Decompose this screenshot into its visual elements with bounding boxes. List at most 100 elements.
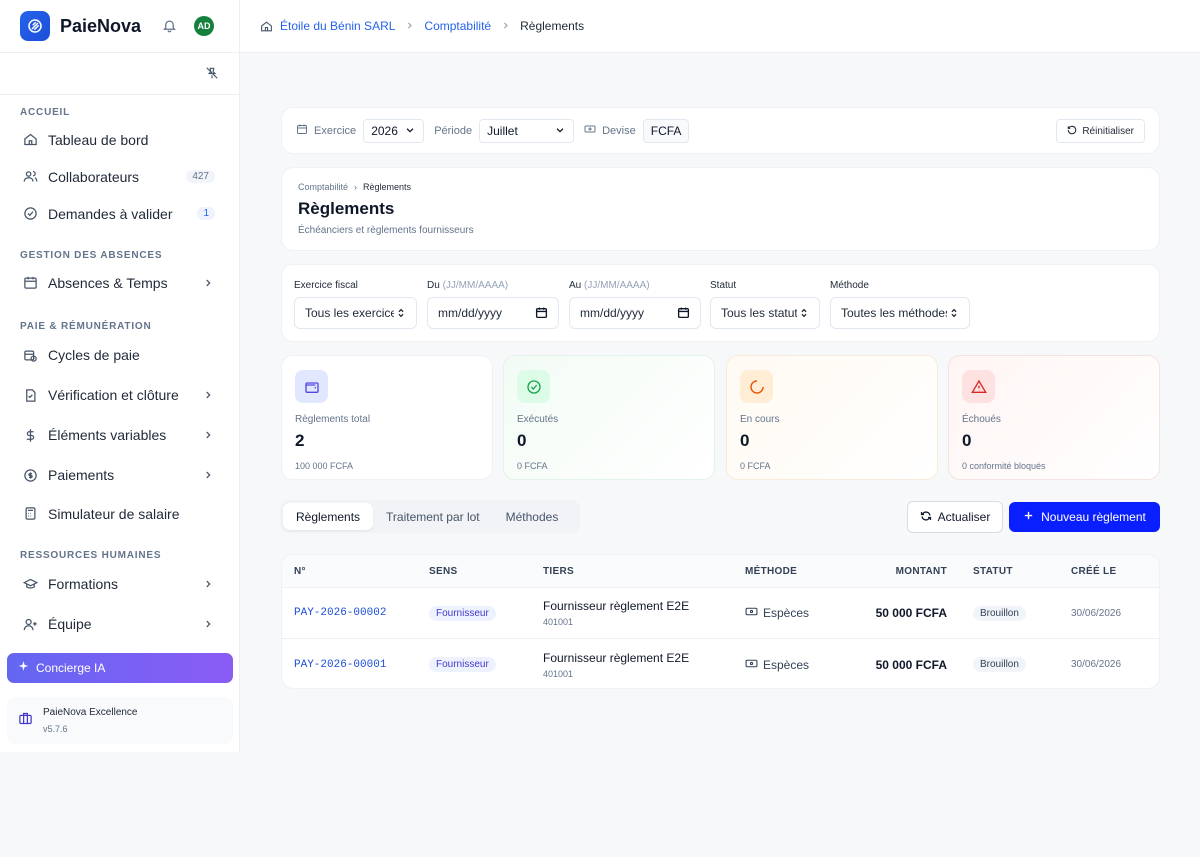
calendar-icon[interactable] (677, 306, 690, 322)
refresh-button[interactable]: Actualiser (907, 501, 1003, 533)
filter-statut-select[interactable]: Tous les statuts (710, 297, 820, 329)
filter-au-label: Au (JJ/MM/AAAA) (569, 280, 650, 291)
filter-au-input[interactable]: mm/dd/yyyy (569, 297, 701, 329)
filter-exercice-select[interactable]: Tous les exercices (294, 297, 417, 329)
calendar-icon (22, 275, 38, 291)
chevron-updown-icon (394, 306, 406, 323)
sidebar-item-collaborateurs[interactable]: Collaborateurs 427 (0, 158, 239, 195)
tab-methodes[interactable]: Méthodes (493, 503, 572, 530)
stat-card-en-cours: En cours 0 0 FCFA (726, 355, 938, 480)
briefcase-icon (18, 711, 33, 731)
reglement-number[interactable]: PAY-2026-00001 (294, 659, 386, 671)
paienova-logo-icon[interactable] (20, 11, 50, 41)
status-badge: Brouillon (973, 605, 1026, 621)
tiers-name: Fournisseur règlement E2E (543, 650, 690, 665)
check-circle-icon (517, 370, 550, 403)
sidebar-item-cycles[interactable]: Cycles de paie (0, 335, 239, 375)
reset-button[interactable]: Réinitialiser (1056, 119, 1145, 143)
avatar[interactable]: AD (194, 16, 214, 36)
section-absences: GESTION DES ABSENCES (20, 250, 163, 261)
devise-label-group: Devise (584, 123, 636, 138)
stat-sub: 0 FCFA (517, 461, 548, 471)
methode-cell: Espèces (745, 657, 809, 673)
tabs: Règlements Traitement par lot Méthodes (280, 500, 580, 533)
periode-select[interactable]: Juillet (479, 118, 575, 143)
col-statut[interactable]: STATUT (973, 566, 1013, 577)
app-name: PaieNova (60, 15, 142, 36)
filter-au: Au (JJ/MM/AAAA) mm/dd/yyyy (569, 280, 701, 329)
sidebar-item-label: Cycles de paie (48, 347, 140, 363)
stat-card-executes: Exécutés 0 0 FCFA (503, 355, 715, 480)
col-tiers[interactable]: TIERS (543, 566, 574, 577)
tiers-name: Fournisseur règlement E2E (543, 599, 690, 613)
filter-du-input[interactable]: mm/dd/yyyy (427, 297, 559, 329)
tiers-cell: Fournisseur règlement E2E 401001 (543, 599, 689, 627)
sidebar-item-paiements[interactable]: Paiements (0, 455, 239, 495)
devise-label: Devise (602, 124, 636, 137)
filter-methode-select[interactable]: Toutes les méthodes (830, 297, 970, 329)
file-check-icon (22, 387, 38, 403)
col-cree-le[interactable]: CRÉÉ LE (1071, 566, 1116, 577)
exercice-select[interactable]: 2026 (363, 118, 425, 143)
exercice-label-group: Exercice (296, 123, 356, 138)
col-montant[interactable]: MONTANT (896, 566, 947, 577)
sidebar-item-label: Paiements (48, 467, 115, 483)
count-badge: 1 (197, 207, 215, 220)
col-sens[interactable]: SENS (429, 566, 457, 577)
sidebar-item-label: Demandes à valider (48, 205, 173, 222)
exercice-label: Exercice (314, 124, 357, 137)
rotate-ccw-icon (1067, 125, 1077, 138)
table-header: N° SENS TIERS MÉTHODE MONTANT STATUT CRÉ… (282, 555, 1159, 588)
sidebar-item-formations[interactable]: Formations (0, 564, 239, 604)
sidebar-item-label: Éléments variables (48, 427, 167, 443)
sidebar-item-demandes[interactable]: Demandes à valider 1 (0, 195, 239, 232)
sidebar-item-label: Collaborateurs (48, 168, 140, 185)
sidebar-item-verification[interactable]: Vérification et clôture (0, 375, 239, 415)
breadcrumb-current: Règlements (520, 19, 585, 33)
tab-traitement-par-lot[interactable]: Traitement par lot (373, 503, 493, 530)
pin-off-icon[interactable] (205, 66, 219, 85)
exercice-value: 2026 (371, 123, 398, 138)
chevron-right-icon (501, 19, 510, 33)
sidebar-item-simulateur[interactable]: Simulateur de salaire (0, 495, 239, 532)
stat-sub: 0 conformité bloqués (962, 461, 1046, 471)
new-reglement-button[interactable]: Nouveau règlement (1009, 502, 1160, 532)
sidebar: PaieNova AD ACCUEIL Tableau de bord Coll… (0, 0, 240, 752)
stat-value: 0 (962, 431, 972, 450)
sidebar-item-tableau-de-bord[interactable]: Tableau de bord (0, 121, 239, 158)
table-row[interactable]: PAY-2026-00001 Fournisseur Fournisseur r… (282, 639, 1159, 688)
sidebar-item-elements-variables[interactable]: Éléments variables (0, 415, 239, 455)
stat-value: 2 (295, 431, 305, 450)
stat-label: Échoués (962, 414, 1001, 425)
created-date: 30/06/2026 (1071, 659, 1122, 670)
chevron-right-icon (203, 467, 213, 483)
calendar-icon (296, 123, 308, 138)
filter-exercice: Exercice fiscal Tous les exercices (294, 280, 417, 329)
filter-exercice-value: Tous les exercices (305, 306, 404, 320)
chevron-right-icon (203, 427, 213, 443)
dollar-icon (22, 427, 38, 443)
reglement-number[interactable]: PAY-2026-00002 (294, 607, 386, 619)
sidebar-item-label: Formations (48, 576, 119, 592)
bell-icon[interactable] (162, 18, 177, 38)
tiers-cell: Fournisseur règlement E2E 401001 (543, 651, 689, 679)
home-icon[interactable] (260, 20, 273, 33)
breadcrumb-section[interactable]: Comptabilité (424, 19, 491, 33)
plan-card[interactable]: PaieNova Excellence v5.7.6 (7, 697, 233, 744)
sidebar-item-equipe[interactable]: Équipe (0, 604, 239, 644)
sidebar-item-absences[interactable]: Absences & Temps (0, 264, 239, 301)
calendar-icon[interactable] (535, 306, 548, 322)
concierge-ia-button[interactable]: Concierge IA (7, 653, 233, 683)
col-methode[interactable]: MÉTHODE (745, 566, 797, 577)
chevron-right-icon (203, 576, 213, 592)
col-num[interactable]: N° (294, 566, 306, 577)
sidebar-item-label: Simulateur de salaire (48, 505, 180, 522)
stat-label: Règlements total (295, 414, 371, 425)
tab-reglements[interactable]: Règlements (283, 503, 374, 530)
breadcrumb-company[interactable]: Étoile du Bénin SARL (280, 19, 395, 33)
created-date: 30/06/2026 (1071, 607, 1122, 619)
stat-label: En cours (740, 414, 780, 425)
page-breadcrumb-section[interactable]: Comptabilité (298, 182, 348, 192)
table-row[interactable]: PAY-2026-00002 Fournisseur Fournisseur r… (282, 588, 1159, 639)
filter-du-label: Du (JJ/MM/AAAA) (427, 280, 509, 291)
